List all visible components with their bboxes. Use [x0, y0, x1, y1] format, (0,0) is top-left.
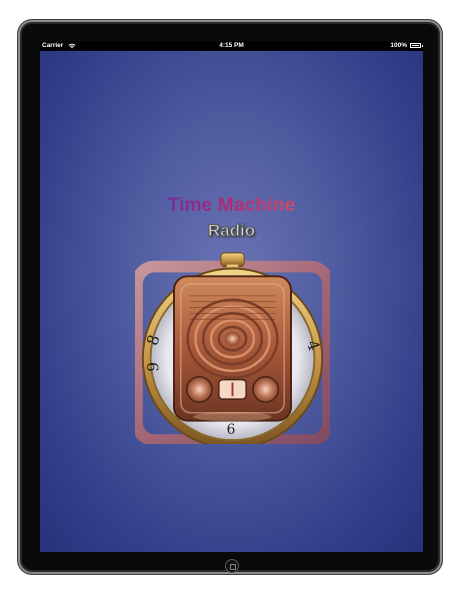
tablet-device: Carrier 4:15 PM 100% Time Machine Radio [18, 20, 442, 574]
battery-percent: 100% [390, 42, 407, 49]
app-subtitle: Radio [207, 221, 256, 241]
app-screen: Carrier 4:15 PM 100% Time Machine Radio [40, 41, 423, 552]
svg-text:9: 9 [144, 362, 162, 372]
radio-clock-icon[interactable]: 8 9 4 6 [135, 249, 330, 444]
battery-icon [410, 43, 423, 48]
status-time: 4:15 PM [219, 42, 244, 49]
svg-text:6: 6 [227, 422, 236, 438]
status-bar: Carrier 4:15 PM 100% [40, 41, 423, 51]
home-button[interactable] [225, 559, 239, 573]
app-title: Time Machine [40, 195, 423, 217]
